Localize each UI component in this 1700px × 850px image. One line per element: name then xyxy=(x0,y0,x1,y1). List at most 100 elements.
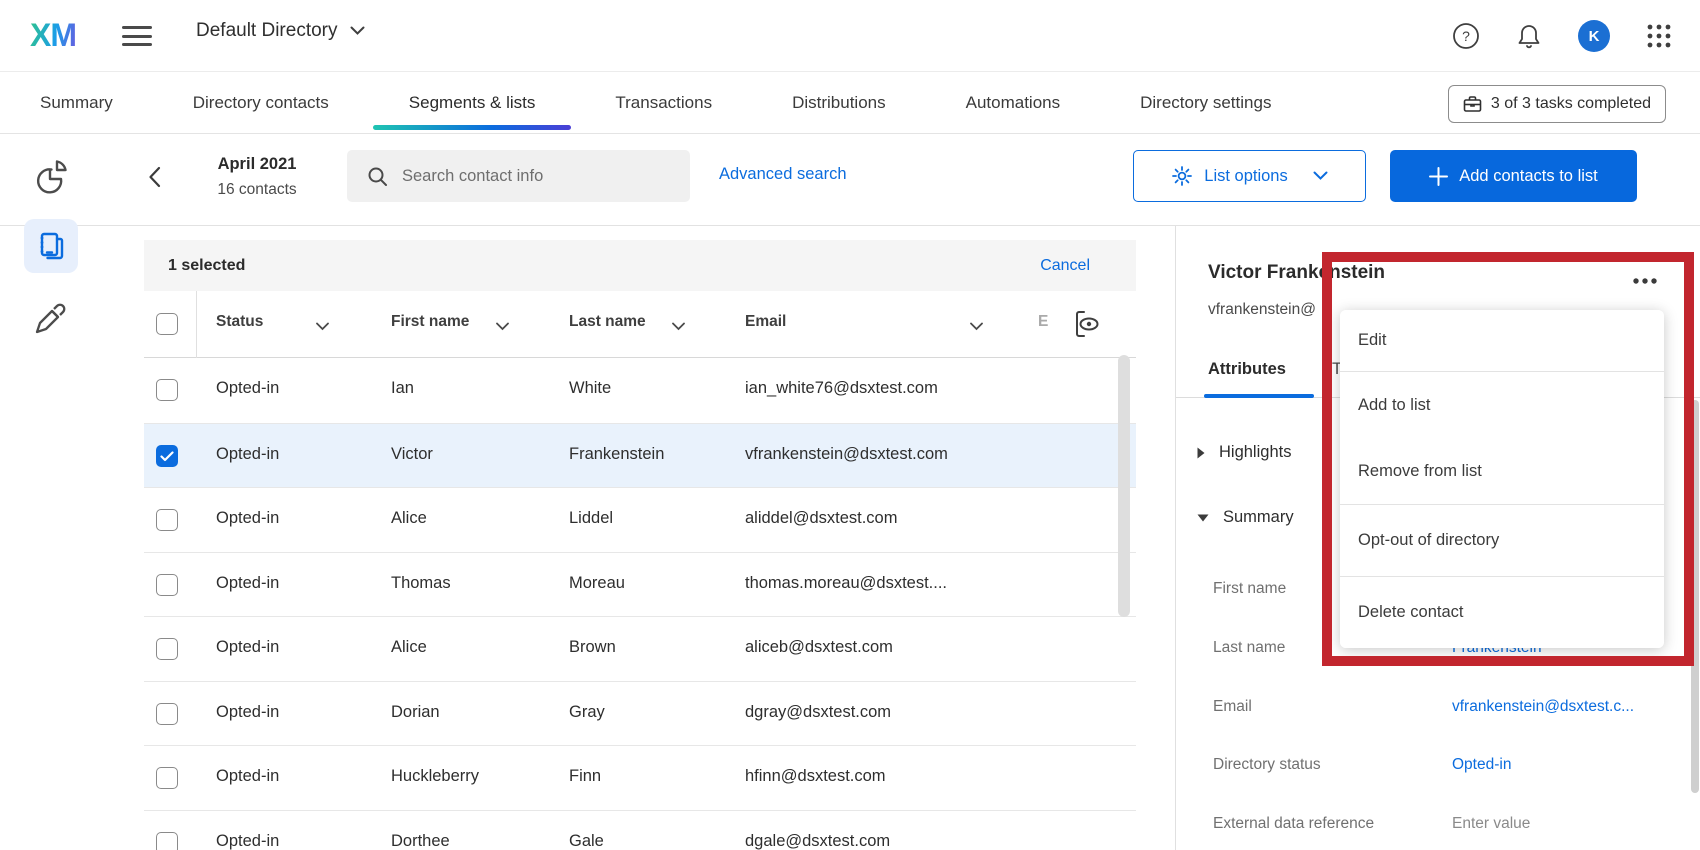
cell-first-name: Victor xyxy=(391,445,433,464)
tab-attributes[interactable]: Attributes xyxy=(1208,360,1286,379)
cancel-selection-link[interactable]: Cancel xyxy=(1040,257,1090,275)
column-header-email[interactable]: Email xyxy=(745,313,786,331)
table-row[interactable]: Opted-in Ian White ian_white76@dsxtest.c… xyxy=(144,358,1136,423)
cell-email: dgray@dsxtest.com xyxy=(745,703,891,722)
tab-directory-settings[interactable]: Directory settings xyxy=(1136,74,1275,132)
cell-last-name: White xyxy=(569,379,611,398)
row-checkbox[interactable] xyxy=(156,832,178,850)
notifications-bell-icon[interactable] xyxy=(1516,22,1542,50)
cell-first-name: Alice xyxy=(391,509,427,528)
search-box xyxy=(347,150,690,202)
row-checkbox[interactable] xyxy=(156,574,178,596)
table-scrollbar-thumb[interactable] xyxy=(1118,355,1130,617)
table-header-row: Status First name Last name Email E xyxy=(144,291,1136,358)
column-header-last-name[interactable]: Last name xyxy=(569,313,646,331)
app-grid-icon[interactable] xyxy=(1646,23,1672,49)
briefcase-icon xyxy=(1463,95,1482,113)
row-checkbox[interactable] xyxy=(156,703,178,725)
section-summary[interactable]: Summary xyxy=(1196,508,1294,527)
topbar: XM Default Directory ? K xyxy=(0,0,1700,72)
tab-directory-contacts[interactable]: Directory contacts xyxy=(189,74,333,132)
row-checkbox[interactable] xyxy=(156,767,178,789)
chevron-down-icon xyxy=(1313,171,1328,181)
cell-status: Opted-in xyxy=(216,574,279,593)
column-header-first-name[interactable]: First name xyxy=(391,313,469,331)
list-options-label: List options xyxy=(1204,167,1287,186)
column-header-status[interactable]: Status xyxy=(216,313,263,331)
user-avatar[interactable]: K xyxy=(1578,20,1610,52)
cell-first-name: Thomas xyxy=(391,574,451,593)
menu-item-edit[interactable]: Edit xyxy=(1340,310,1664,372)
row-checkbox[interactable] xyxy=(156,638,178,660)
tasks-completed-badge[interactable]: 3 of 3 tasks completed xyxy=(1448,85,1666,123)
cell-email: hfinn@dsxtest.com xyxy=(745,767,886,786)
cell-last-name: Brown xyxy=(569,638,616,657)
row-checkbox[interactable] xyxy=(156,509,178,531)
segments-pie-chart-icon[interactable] xyxy=(32,158,70,201)
table-row[interactable]: Opted-in Dorthee Gale dgale@dsxtest.com xyxy=(144,810,1136,850)
directory-switcher[interactable]: Default Directory xyxy=(196,20,365,42)
tab-summary[interactable]: Summary xyxy=(36,74,117,132)
table-row[interactable]: Opted-in Thomas Moreau thomas.moreau@dsx… xyxy=(144,552,1136,617)
column-preview-eye-icon[interactable] xyxy=(1072,309,1102,344)
cell-status: Opted-in xyxy=(216,767,279,786)
field-value-external-data-reference[interactable]: Enter value xyxy=(1452,815,1530,833)
menu-item-add-to-list[interactable]: Add to list xyxy=(1340,372,1664,438)
topbar-actions: ? K xyxy=(1452,0,1672,72)
tab-distributions[interactable]: Distributions xyxy=(788,74,890,132)
cell-last-name: Gray xyxy=(569,703,605,722)
search-icon xyxy=(367,166,388,187)
lists-nav-item-active[interactable] xyxy=(24,219,78,273)
table-row[interactable]: Opted-in Alice Brown aliceb@dsxtest.com xyxy=(144,616,1136,681)
xm-logo[interactable]: XM xyxy=(30,17,76,54)
field-label-directory-status: Directory status xyxy=(1213,756,1321,774)
panel-scrollbar-thumb[interactable] xyxy=(1691,400,1699,793)
cell-first-name: Dorthee xyxy=(391,832,450,850)
cell-first-name: Dorian xyxy=(391,703,440,722)
column-divider xyxy=(196,291,197,358)
advanced-search-link[interactable]: Advanced search xyxy=(719,165,847,184)
field-label-email: Email xyxy=(1213,698,1252,716)
menu-item-remove-from-list[interactable]: Remove from list xyxy=(1340,438,1664,505)
table-row[interactable]: Opted-in Huckleberry Finn hfinn@dsxtest.… xyxy=(144,745,1136,810)
row-checkbox[interactable] xyxy=(156,379,178,401)
contact-email-subtitle: vfrankenstein@ xyxy=(1208,301,1316,319)
contact-name-title: Victor Frankenstein xyxy=(1208,262,1385,284)
menu-item-delete-contact[interactable]: Delete contact xyxy=(1340,577,1664,648)
status-sort-chevron-icon[interactable] xyxy=(316,318,329,336)
row-checkbox-checked[interactable] xyxy=(156,445,178,467)
tab-segments-and-lists[interactable]: Segments & lists xyxy=(405,74,540,132)
field-value-directory-status[interactable]: Opted-in xyxy=(1452,756,1511,774)
tab-transactions[interactable]: Transactions xyxy=(611,74,716,132)
section-summary-label: Summary xyxy=(1223,508,1294,527)
tab-automations[interactable]: Automations xyxy=(962,74,1065,132)
chevron-down-icon xyxy=(350,26,365,36)
cell-status: Opted-in xyxy=(216,703,279,722)
cell-last-name: Liddel xyxy=(569,509,613,528)
table-row-selected[interactable]: Opted-in Victor Frankenstein vfrankenste… xyxy=(144,423,1136,488)
last-name-sort-chevron-icon[interactable] xyxy=(672,318,685,336)
first-name-sort-chevron-icon[interactable] xyxy=(496,318,509,336)
field-value-email[interactable]: vfrankenstein@dsxtest.c... xyxy=(1452,698,1634,716)
list-title-block: April 2021 16 contacts xyxy=(198,151,316,203)
table-row[interactable]: Opted-in Alice Liddel aliddel@dsxtest.co… xyxy=(144,487,1136,552)
list-options-button[interactable]: List options xyxy=(1133,150,1366,202)
cell-email: vfrankenstein@dsxtest.com xyxy=(745,445,948,464)
section-highlights-label: Highlights xyxy=(1219,443,1291,462)
eyedropper-icon[interactable] xyxy=(33,300,69,341)
search-input[interactable] xyxy=(402,167,652,186)
field-label-external-data-reference: External data reference xyxy=(1213,815,1374,833)
table-row[interactable]: Opted-in Dorian Gray dgray@dsxtest.com xyxy=(144,681,1136,746)
email-sort-chevron-icon[interactable] xyxy=(970,318,983,336)
select-all-checkbox[interactable] xyxy=(156,313,178,335)
hamburger-menu-icon[interactable] xyxy=(122,24,152,48)
cell-last-name: Moreau xyxy=(569,574,625,593)
help-icon[interactable]: ? xyxy=(1452,22,1480,50)
svg-text:?: ? xyxy=(1462,28,1470,44)
back-button[interactable] xyxy=(148,166,161,193)
menu-item-opt-out-of-directory[interactable]: Opt-out of directory xyxy=(1340,505,1664,577)
section-highlights[interactable]: Highlights xyxy=(1196,443,1291,462)
contact-more-options-button[interactable] xyxy=(1628,268,1662,294)
field-label-first-name: First name xyxy=(1213,580,1286,598)
add-contacts-to-list-button[interactable]: Add contacts to list xyxy=(1390,150,1637,202)
